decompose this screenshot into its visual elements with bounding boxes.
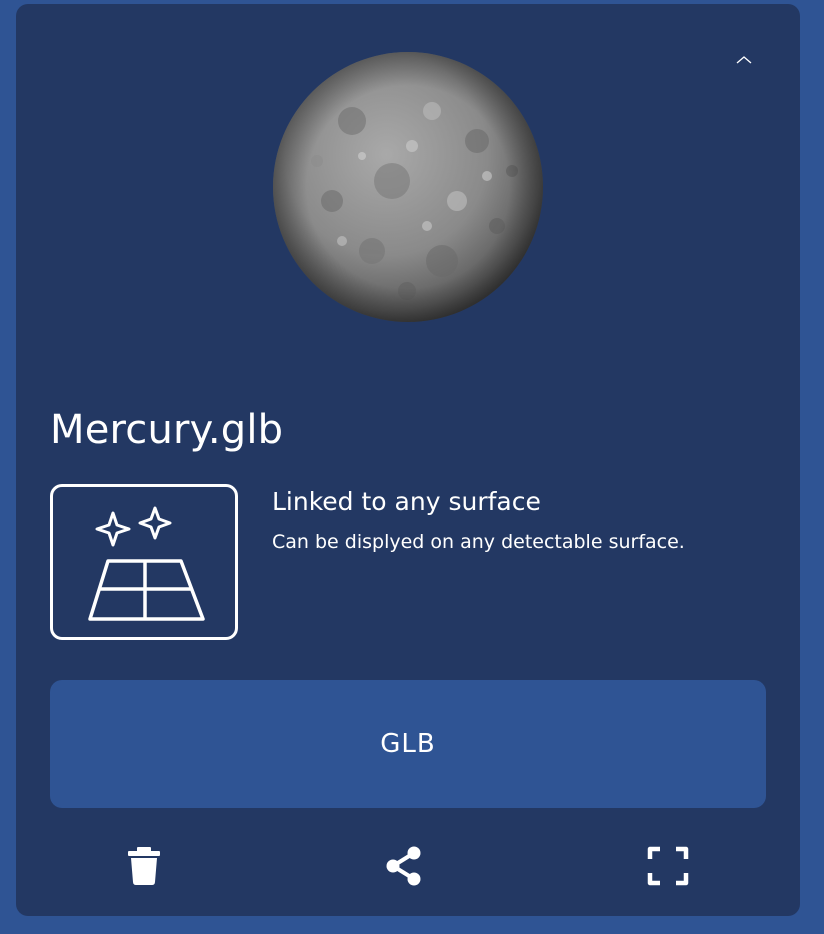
placement-icon-box xyxy=(50,484,238,640)
delete-button[interactable] xyxy=(120,842,168,890)
placement-description: Can be displyed on any detectable surfac… xyxy=(272,531,685,553)
chevron-up-icon xyxy=(736,56,752,64)
fullscreen-button[interactable] xyxy=(644,842,692,890)
share-icon xyxy=(386,846,421,886)
planet-image xyxy=(273,52,543,322)
model-card: Mercury.glb Linked to any surface Can be… xyxy=(16,4,800,916)
fullscreen-icon xyxy=(647,846,689,886)
share-button[interactable] xyxy=(380,842,428,890)
format-glb-button[interactable]: GLB xyxy=(50,680,766,808)
ar-surface-sparkles-icon xyxy=(88,506,205,621)
format-button-label: GLB xyxy=(380,729,436,759)
trash-icon xyxy=(128,847,160,885)
collapse-button[interactable] xyxy=(728,44,760,72)
placement-heading: Linked to any surface xyxy=(272,487,541,516)
model-file-name: Mercury.glb xyxy=(50,407,284,453)
model-preview[interactable] xyxy=(272,51,544,323)
